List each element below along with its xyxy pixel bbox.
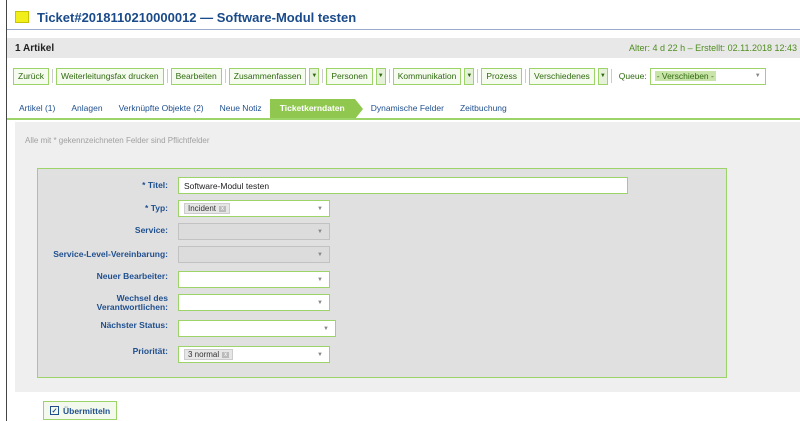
- form-row-service: Service: ▼: [38, 223, 728, 240]
- toolbar-separator: [51, 69, 53, 83]
- toolbar-separator: [388, 69, 390, 83]
- type-selected-chip: Incident x: [184, 203, 231, 214]
- next-state-select[interactable]: ▼: [178, 320, 336, 337]
- submit-button[interactable]: ✓ Übermitteln: [43, 401, 118, 420]
- caret-down-icon: ▼: [311, 73, 318, 79]
- responsible-label-line-2: Verantwortlichen:: [96, 302, 168, 312]
- priority-selected-value: 3 normal: [188, 350, 220, 359]
- ticket-action-toolbar: Zurück Weiterleitungsfax drucken Bearbei…: [7, 62, 800, 90]
- communication-dropdown-toggle[interactable]: ▼: [464, 67, 475, 85]
- article-header-bar: 1 Artikel Alter: 4 d 22 h – Erstellt: 02…: [7, 38, 800, 58]
- next-state-field-label: Nächster Status:: [100, 320, 168, 330]
- tab-linked-objects[interactable]: Verknüpfte Objekte (2): [111, 103, 212, 118]
- required-marker: *: [145, 203, 149, 213]
- form-row-next-state: Nächster Status: ▼: [38, 320, 728, 337]
- chip-remove-icon[interactable]: x: [219, 205, 227, 212]
- title-input-value: Software-Modul testen: [184, 180, 270, 191]
- tab-attachments[interactable]: Anlagen: [63, 103, 110, 118]
- title-label-text: Titel:: [147, 180, 168, 190]
- chevron-down-icon: ▼: [317, 251, 323, 258]
- chevron-down-icon: ▼: [754, 73, 761, 79]
- process-button[interactable]: Prozess: [481, 67, 523, 85]
- submit-button-label: Übermitteln: [63, 405, 111, 416]
- misc-dropdown-toggle[interactable]: ▼: [597, 67, 608, 85]
- ticket-age-info: Alter: 4 d 22 h – Erstellt: 02.11.2018 1…: [629, 43, 797, 53]
- tab-ticket-core-data[interactable]: Ticketkerndaten: [269, 99, 363, 119]
- chevron-down-icon: ▼: [317, 228, 323, 235]
- title-field-label: * Titel:: [38, 177, 178, 190]
- form-row-title: * Titel: Software-Modul testen: [38, 177, 728, 194]
- merge-dropdown-toggle[interactable]: ▼: [309, 67, 320, 85]
- new-owner-select[interactable]: ▼: [178, 271, 330, 288]
- chevron-down-icon: ▼: [317, 299, 323, 306]
- type-selected-value: Incident: [188, 204, 217, 213]
- form-row-responsible: Wechsel des Verantwortlichen: ▼: [38, 294, 728, 312]
- checkbox-check-icon: ✓: [50, 406, 59, 415]
- chevron-down-icon: ▼: [317, 276, 323, 283]
- toolbar-separator: [610, 69, 612, 83]
- form-row-priority: Priorität: 3 normal x ▼: [38, 346, 728, 363]
- ticket-core-data-form: * Titel: Software-Modul testen * Typ: In…: [37, 168, 727, 378]
- form-row-new-owner: Neuer Bearbeiter: ▼: [38, 271, 728, 288]
- title-bar: Ticket#2018110210000012 — Software-Modul…: [7, 6, 800, 28]
- priority-select[interactable]: 3 normal x ▼: [178, 346, 330, 363]
- people-button[interactable]: Personen: [326, 67, 373, 85]
- title-input[interactable]: Software-Modul testen: [178, 177, 628, 194]
- merge-button[interactable]: Zusammenfassen: [228, 67, 307, 85]
- title-divider: [7, 29, 800, 30]
- service-select[interactable]: ▼: [178, 223, 330, 240]
- chevron-down-icon: ▼: [317, 205, 323, 212]
- tab-content-panel: Alle mit * gekennzeichneten Felder sind …: [15, 122, 800, 392]
- service-field-label: Service:: [134, 225, 168, 235]
- caret-down-icon: ▼: [377, 73, 384, 79]
- toolbar-separator: [224, 69, 226, 83]
- ticket-flag-icon: [15, 11, 29, 23]
- tab-dynamic-fields[interactable]: Dynamische Felder: [363, 103, 452, 118]
- queue-label: Queue:: [618, 71, 647, 81]
- misc-button[interactable]: Verschiedenes: [529, 67, 595, 85]
- queue-select-value: - Verschieben -: [654, 71, 716, 81]
- tab-new-note[interactable]: Neue Notiz: [212, 103, 270, 118]
- article-count: 1 Artikel: [15, 42, 55, 54]
- toolbar-separator: [525, 69, 527, 83]
- type-label-text: Typ:: [150, 203, 168, 213]
- responsible-select[interactable]: ▼: [178, 294, 330, 311]
- required-fields-note: Alle mit * gekennzeichneten Felder sind …: [25, 136, 210, 145]
- required-marker: *: [142, 180, 146, 190]
- priority-field-label: Priorität:: [132, 346, 168, 356]
- responsible-field-label: Wechsel des Verantwortlichen:: [38, 294, 178, 312]
- toolbar-separator: [322, 69, 324, 83]
- sla-select[interactable]: ▼: [178, 246, 330, 263]
- tab-time-accounting[interactable]: Zeitbuchung: [452, 103, 515, 118]
- queue-select[interactable]: - Verschieben - ▼: [649, 67, 766, 85]
- toolbar-separator: [477, 69, 479, 83]
- communication-button[interactable]: Kommunikation: [392, 67, 462, 85]
- caret-down-icon: ▼: [599, 73, 606, 79]
- chevron-down-icon: ▼: [317, 351, 323, 358]
- priority-selected-chip: 3 normal x: [184, 349, 234, 360]
- type-field-label: * Typ:: [38, 200, 178, 213]
- form-row-sla: Service-Level-Vereinbarung: ▼: [38, 246, 728, 263]
- tab-articles[interactable]: Artikel (1): [11, 103, 63, 118]
- toolbar-separator: [166, 69, 168, 83]
- app-frame: Ticket#2018110210000012 — Software-Modul…: [6, 0, 800, 421]
- people-dropdown-toggle[interactable]: ▼: [375, 67, 386, 85]
- chevron-down-icon: ▼: [323, 325, 329, 332]
- ticket-tabs: Artikel (1) Anlagen Verknüpfte Objekte (…: [7, 99, 800, 120]
- form-row-type: * Typ: Incident x ▼: [38, 200, 728, 217]
- back-button[interactable]: Zurück: [13, 67, 49, 85]
- page-title: Ticket#2018110210000012 — Software-Modul…: [37, 9, 357, 25]
- caret-down-icon: ▼: [466, 73, 473, 79]
- new-owner-field-label: Neuer Bearbeiter:: [96, 271, 168, 281]
- type-select[interactable]: Incident x ▼: [178, 200, 330, 217]
- print-fax-button[interactable]: Weiterleitungsfax drucken: [55, 67, 164, 85]
- sla-field-label: Service-Level-Vereinbarung:: [53, 249, 168, 259]
- edit-button[interactable]: Bearbeiten: [170, 67, 222, 85]
- chip-remove-icon[interactable]: x: [222, 351, 230, 358]
